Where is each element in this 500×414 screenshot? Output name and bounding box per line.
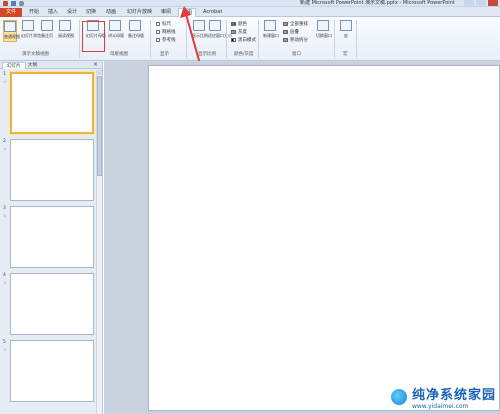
window-title: 新建 Microsoft PowerPoint 演示文稿.pptx - Micr… <box>300 0 455 6</box>
black-white-button[interactable]: 黑白模式 <box>231 37 256 43</box>
tab-outline[interactable]: 大纲 <box>24 62 41 69</box>
slide-thumbnail[interactable] <box>10 72 94 134</box>
group-divider <box>334 20 335 58</box>
window-controls <box>464 0 498 6</box>
scrollbar-thumb[interactable] <box>97 76 102 176</box>
tab-home[interactable]: 开始 <box>26 8 42 17</box>
close-button[interactable] <box>488 0 498 6</box>
panel-scrollbar[interactable] <box>96 70 102 414</box>
fit-to-window-button[interactable]: 适应窗口大小 <box>208 20 232 42</box>
grayscale-icon <box>231 30 236 34</box>
tab-animations[interactable]: 动画 <box>103 8 119 17</box>
notes-master-button[interactable]: 备注母版 <box>128 20 144 42</box>
undo-icon[interactable] <box>19 1 24 6</box>
arrange-all-button[interactable]: 全部重排 <box>283 21 308 27</box>
slide-thumbnail-row[interactable]: 1 ☆ <box>0 72 96 136</box>
group-divider <box>356 20 357 58</box>
annotation-highlight <box>82 21 105 52</box>
watermark-url: www.yidaimei.com <box>411 403 469 410</box>
arrange-all-icon <box>283 22 288 26</box>
star-icon: ☆ <box>3 146 7 151</box>
slide-sorter-button[interactable]: 幻灯片浏览 <box>21 20 41 42</box>
slide-editing-area <box>104 61 500 414</box>
current-slide-canvas[interactable] <box>148 65 500 411</box>
group-divider <box>226 20 227 58</box>
move-split-button[interactable]: 移动拆分 <box>283 37 308 43</box>
tab-transitions[interactable]: 切换 <box>83 8 99 17</box>
notes-master-icon <box>129 20 141 31</box>
watermark-logo-icon <box>388 387 409 407</box>
scroll-up-icon[interactable] <box>97 70 102 75</box>
slide-thumbnail-row[interactable]: 3 ☆ <box>0 206 96 270</box>
switch-windows-button[interactable]: 切换窗口 <box>316 20 332 42</box>
group-label-presentation-views: 演示文稿视图 <box>22 52 49 57</box>
ribbon-tabs: 文件 开始 插入 设计 切换 动画 幻灯片放映 审阅 视图 Acrobat <box>0 7 500 17</box>
color-button[interactable]: 颜色 <box>231 21 247 27</box>
new-window-button[interactable]: 新建窗口 <box>263 20 279 42</box>
switch-windows-icon <box>317 20 329 31</box>
powerpoint-logo-icon[interactable] <box>3 1 8 6</box>
maximize-button[interactable] <box>476 0 486 6</box>
slide-sorter-icon <box>22 20 34 31</box>
normal-view-icon <box>4 21 16 32</box>
save-icon[interactable] <box>11 1 16 6</box>
fit-to-window-icon <box>209 20 221 31</box>
notes-page-icon <box>41 20 53 31</box>
slide-thumbnail[interactable] <box>10 340 94 402</box>
tab-slides[interactable]: 幻灯片 <box>2 62 26 69</box>
group-divider <box>79 20 80 58</box>
black-white-icon <box>231 38 236 42</box>
slides-panel: 幻灯片 大纲 × 1 ☆ 2 ☆ 3 ☆ 4 ☆ 5 ☆ <box>0 61 103 414</box>
quick-access-toolbar <box>3 1 24 6</box>
tab-insert[interactable]: 插入 <box>45 8 61 17</box>
star-icon: ☆ <box>3 213 7 218</box>
slide-thumbnail[interactable] <box>10 273 94 335</box>
star-icon: ☆ <box>3 79 7 84</box>
reading-view-button[interactable]: 阅读视图 <box>58 20 74 42</box>
handout-master-icon <box>109 20 121 31</box>
close-icon[interactable]: × <box>93 61 98 69</box>
group-label-window: 窗口 <box>292 52 301 57</box>
group-label-macros: 宏 <box>343 52 348 57</box>
macros-icon <box>340 20 352 31</box>
panel-tabs: 幻灯片 大纲 × <box>0 61 102 69</box>
group-label-color: 颜色/灰度 <box>234 52 254 57</box>
star-icon: ☆ <box>3 280 7 285</box>
slide-thumbnail[interactable] <box>10 206 94 268</box>
tab-design[interactable]: 设计 <box>64 8 80 17</box>
notes-page-button[interactable]: 备注页 <box>40 20 54 42</box>
minimize-button[interactable] <box>464 0 474 6</box>
grayscale-button[interactable]: 灰度 <box>231 29 247 35</box>
color-icon <box>231 22 236 26</box>
cascade-icon <box>283 30 288 34</box>
star-icon: ☆ <box>3 347 7 352</box>
slide-thumbnail-row[interactable]: 2 ☆ <box>0 139 96 203</box>
group-divider <box>258 20 259 58</box>
slide-thumbnail[interactable] <box>10 139 94 201</box>
tab-file[interactable]: 文件 <box>0 8 22 17</box>
watermark-title: 纯净系统家园 <box>411 388 496 403</box>
normal-view-button[interactable]: 普通视图 <box>3 20 20 42</box>
new-window-icon <box>264 20 276 31</box>
cascade-button[interactable]: 层叠 <box>283 29 299 35</box>
ribbon-view: 普通视图 幻灯片浏览 备注页 阅读视图 演示文稿视图 幻灯片母版 讲义母版 备注… <box>0 17 500 61</box>
handout-master-button[interactable]: 讲义母版 <box>108 20 124 42</box>
watermark: 纯净系统家园 www.yidaimei.com <box>388 384 496 410</box>
slide-thumbnail-row[interactable]: 4 ☆ <box>0 273 96 337</box>
title-bar: 新建 Microsoft PowerPoint 演示文稿.pptx - Micr… <box>0 0 500 7</box>
group-label-master-views: 母版视图 <box>110 52 128 57</box>
slide-thumbnail-row[interactable]: 5 ☆ <box>0 340 96 404</box>
reading-view-icon <box>59 20 71 31</box>
macros-button[interactable]: 宏 <box>339 20 353 42</box>
move-split-icon <box>283 38 288 42</box>
